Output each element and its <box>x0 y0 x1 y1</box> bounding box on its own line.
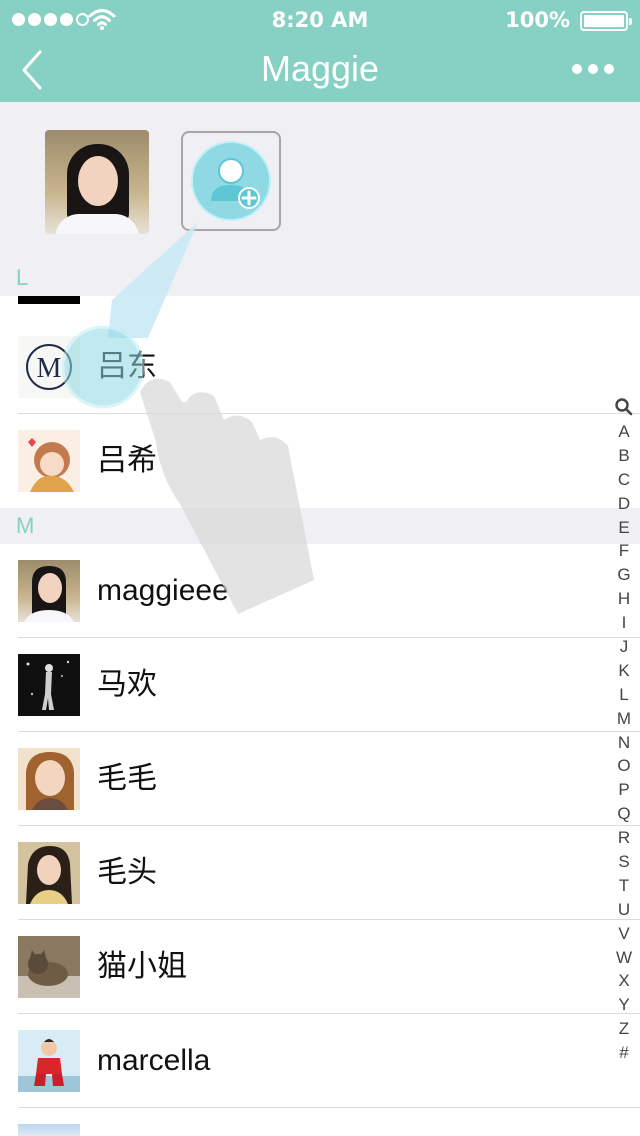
contact-name: 吕东 <box>97 350 157 383</box>
index-letter[interactable]: R <box>612 826 636 850</box>
index-letter[interactable]: J <box>612 635 636 659</box>
index-letter[interactable]: # <box>612 1041 636 1065</box>
index-letter[interactable]: W <box>612 946 636 970</box>
index-search-icon[interactable] <box>612 394 636 420</box>
contact-name: 猫小姐 <box>97 950 187 983</box>
index-letter[interactable]: V <box>612 922 636 946</box>
add-member-button[interactable] <box>181 131 281 231</box>
contact-name: 毛头 <box>97 856 157 889</box>
index-letter[interactable]: X <box>612 969 636 993</box>
contact-avatar <box>18 842 80 904</box>
contact-avatar <box>18 748 80 810</box>
index-letter[interactable]: A <box>612 420 636 444</box>
contact-name: 吕希 <box>97 444 157 477</box>
section-header-m: M <box>0 508 640 544</box>
index-letter[interactable]: Q <box>612 802 636 826</box>
index-letter[interactable]: H <box>612 587 636 611</box>
index-letter[interactable]: N <box>612 731 636 755</box>
index-letter[interactable]: B <box>612 444 636 468</box>
contact-row[interactable]: maggieee <box>0 544 640 638</box>
contact-avatar: M <box>18 336 80 398</box>
selected-members-strip <box>0 102 640 260</box>
contact-avatar <box>18 296 80 304</box>
contact-name: 马欢 <box>97 668 157 701</box>
contact-row[interactable]: 毛头 <box>0 826 640 920</box>
contact-name: marcella <box>97 1044 211 1077</box>
index-letter[interactable]: E <box>612 516 636 540</box>
more-options-icon[interactable] <box>572 64 614 74</box>
index-letter[interactable]: S <box>612 850 636 874</box>
index-letter[interactable]: M <box>612 707 636 731</box>
selected-member-avatar[interactable] <box>45 130 149 234</box>
add-person-icon <box>191 141 271 221</box>
contact-row[interactable] <box>0 1108 640 1136</box>
index-letter[interactable]: G <box>612 563 636 587</box>
index-letter[interactable]: T <box>612 874 636 898</box>
navigation-bar: Maggie <box>0 40 640 102</box>
index-letter[interactable]: K <box>612 659 636 683</box>
contact-row[interactable]: marcella <box>0 1014 640 1108</box>
status-bar: 8:20 AM 100% <box>0 0 640 40</box>
contact-name: maggieee <box>97 574 229 607</box>
contact-row[interactable]: 吕希 <box>0 414 640 508</box>
index-letter[interactable]: D <box>612 492 636 516</box>
contact-avatar <box>18 1030 80 1092</box>
index-letter[interactable]: L <box>612 683 636 707</box>
section-header-l: L <box>0 260 640 296</box>
svg-text:M: M <box>37 353 62 384</box>
index-letter[interactable]: O <box>612 754 636 778</box>
contact-row[interactable]: 马欢 <box>0 638 640 732</box>
contact-name: 毛毛 <box>97 762 157 795</box>
index-letter[interactable]: U <box>612 898 636 922</box>
contact-avatar <box>18 560 80 622</box>
alphabet-index-bar[interactable]: A B C D E F G H I J K L M N O P Q R S T U V W X Y Z # <box>612 394 636 1065</box>
contact-avatar <box>18 1124 80 1136</box>
top-bar: 8:20 AM 100% Maggie <box>0 0 640 102</box>
contact-avatar <box>18 430 80 492</box>
index-letter[interactable]: Y <box>612 993 636 1017</box>
index-letter[interactable]: F <box>612 539 636 563</box>
index-letter[interactable]: P <box>612 778 636 802</box>
page-title: Maggie <box>260 48 380 89</box>
contact-row[interactable]: 猫小姐 <box>0 920 640 1014</box>
index-letter[interactable]: Z <box>612 1017 636 1041</box>
contact-row[interactable]: 毛毛 <box>0 732 640 826</box>
contact-avatar <box>18 654 80 716</box>
index-letter[interactable]: C <box>612 468 636 492</box>
battery-icon <box>580 11 632 31</box>
index-letter[interactable]: I <box>612 611 636 635</box>
battery-percent: 100% <box>505 8 570 32</box>
contact-row[interactable]: M 吕东 <box>0 320 640 414</box>
contact-avatar <box>18 936 80 998</box>
